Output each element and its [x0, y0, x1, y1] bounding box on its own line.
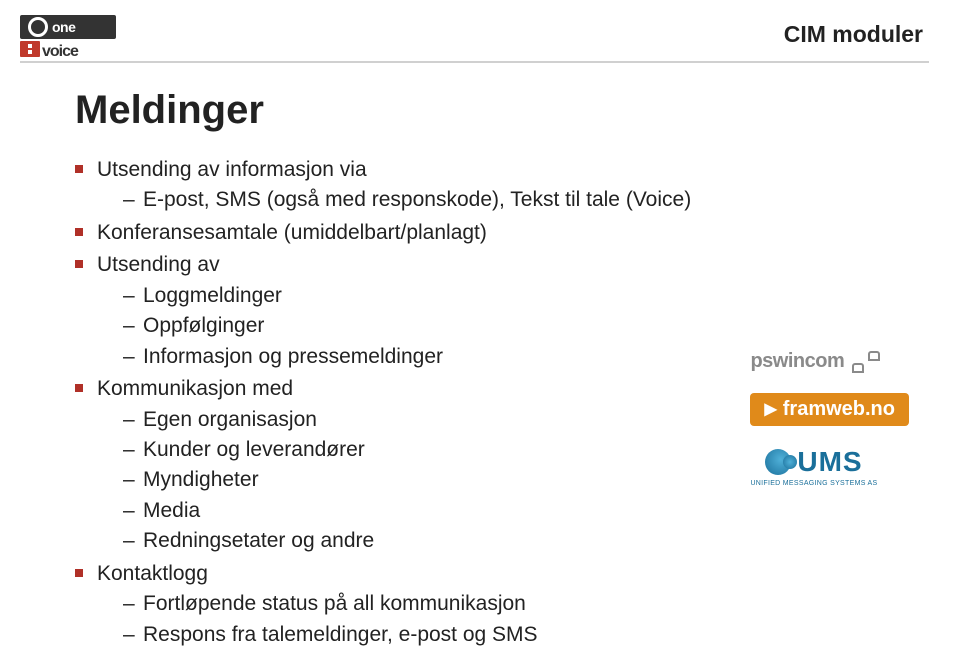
sub-list-item-label: Fortløpende status på all kommunikasjon: [143, 589, 526, 619]
square-bullet-icon: [75, 384, 83, 392]
ums-logo: UMS UNIFIED MESSAGING SYSTEMS AS: [750, 446, 877, 487]
sub-list-item-label: Informasjon og pressemeldinger: [143, 342, 443, 372]
dash-bullet-icon: –: [123, 342, 133, 372]
list-item: Utsending av informasjon via – E-post, S…: [75, 155, 929, 216]
framweb-logo: ▶ framweb.no: [750, 393, 909, 426]
list-item: Kontaktlogg – Fortløpende status på all …: [75, 559, 929, 650]
list-item-label: Kontaktlogg: [97, 559, 208, 589]
slide-header: one voice CIM moduler: [0, 0, 959, 53]
ums-logo-text: UMS: [797, 446, 862, 478]
list-item-label: Utsending av: [97, 250, 220, 280]
square-bullet-icon: [75, 260, 83, 268]
sub-list-item: – Fortløpende status på all kommunikasjo…: [123, 589, 929, 619]
pswincom-logo: pswincom: [750, 350, 880, 373]
sub-list-item-label: Oppfølginger: [143, 311, 264, 341]
framweb-play-icon: ▶: [764, 402, 776, 418]
sub-list-item: – E-post, SMS (også med responskode), Te…: [123, 185, 929, 215]
sub-list-item-label: Redningsetater og andre: [143, 526, 374, 556]
list-item-label: Kommunikasjon med: [97, 374, 293, 404]
dash-bullet-icon: –: [123, 185, 133, 215]
sub-list-item: – Redningsetater og andre: [123, 526, 929, 556]
sub-list-item-label: Egen organisasjon: [143, 405, 317, 435]
list-item: Konferansesamtale (umiddelbart/planlagt): [75, 218, 929, 248]
dash-bullet-icon: –: [123, 311, 133, 341]
dash-bullet-icon: –: [123, 496, 133, 526]
dash-bullet-icon: –: [123, 281, 133, 311]
sub-list-item: – Media: [123, 496, 929, 526]
slide-title: Meldinger: [75, 88, 929, 133]
sub-list-item-label: Media: [143, 496, 200, 526]
sub-list-item-label: Loggmeldinger: [143, 281, 282, 311]
square-bullet-icon: [75, 165, 83, 173]
section-title: CIM moduler: [784, 21, 929, 48]
ums-logo-icon: [765, 449, 791, 475]
sub-list-item: – Respons fra talemeldinger, e-post og S…: [123, 620, 929, 650]
sub-list-item: – Loggmeldinger: [123, 281, 929, 311]
list-item-label: Utsending av informasjon via: [97, 155, 367, 185]
sub-list-item: – Oppfølginger: [123, 311, 929, 341]
dash-bullet-icon: –: [123, 405, 133, 435]
dash-bullet-icon: –: [123, 435, 133, 465]
ums-logo-subtext: UNIFIED MESSAGING SYSTEMS AS: [750, 480, 877, 487]
pswincom-logo-text: pswincom: [750, 350, 844, 373]
dash-bullet-icon: –: [123, 620, 133, 650]
logo-text-line2: voice: [42, 43, 78, 61]
sub-list-item-label: E-post, SMS (også med responskode), Teks…: [143, 185, 691, 215]
sub-list-item-label: Kunder og leverandører: [143, 435, 365, 465]
pswincom-logo-icon: [852, 351, 880, 373]
onevoice-logo: one voice: [20, 15, 140, 53]
framweb-logo-text: framweb.no: [783, 398, 895, 421]
partner-logos: pswincom ▶ framweb.no UMS UNIFIED MESSAG…: [750, 350, 909, 487]
logo-text-line1: one: [52, 19, 75, 35]
square-bullet-icon: [75, 228, 83, 236]
dash-bullet-icon: –: [123, 465, 133, 495]
dash-bullet-icon: –: [123, 589, 133, 619]
sub-list-item-label: Respons fra talemeldinger, e-post og SMS: [143, 620, 538, 650]
dash-bullet-icon: –: [123, 526, 133, 556]
sub-list-item-label: Myndigheter: [143, 465, 259, 495]
list-item-label: Konferansesamtale (umiddelbart/planlagt): [97, 218, 487, 248]
square-bullet-icon: [75, 569, 83, 577]
